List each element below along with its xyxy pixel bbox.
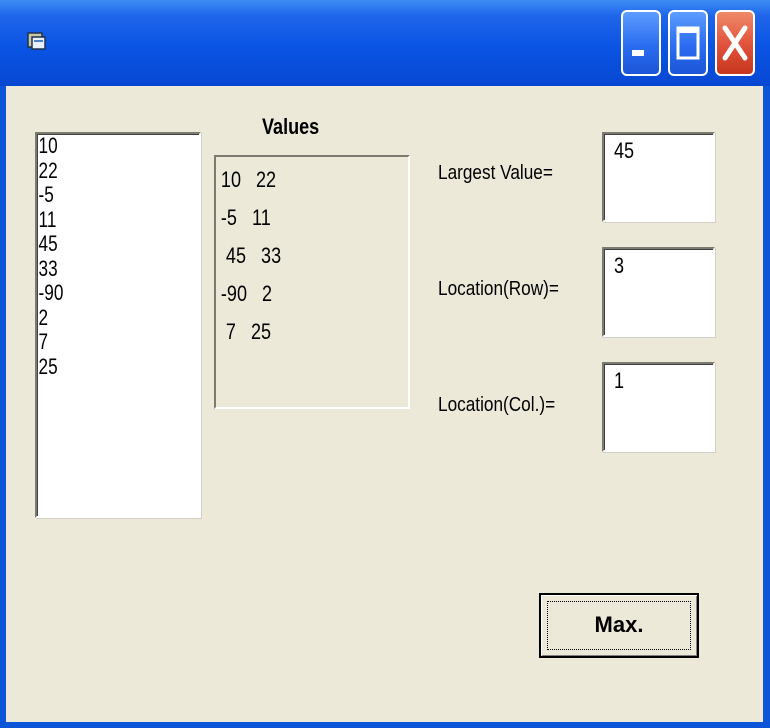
list-item[interactable]: 45 bbox=[37, 231, 163, 257]
list-item[interactable]: 22 bbox=[37, 158, 163, 184]
list-item[interactable]: -90 bbox=[37, 280, 163, 306]
matrix-row: 7 25 bbox=[220, 319, 272, 344]
location-col-field[interactable]: 1 bbox=[602, 362, 715, 452]
largest-value-text: 45 bbox=[614, 138, 635, 163]
close-button[interactable] bbox=[715, 10, 755, 76]
values-heading: Values bbox=[262, 114, 320, 139]
location-col-label: Location(Col.)= bbox=[438, 394, 556, 416]
maximize-icon bbox=[676, 26, 700, 60]
location-row-label: Location(Row)= bbox=[438, 278, 559, 300]
list-item[interactable]: 11 bbox=[37, 207, 163, 233]
list-item[interactable]: 25 bbox=[37, 354, 163, 380]
maximize-button[interactable] bbox=[668, 10, 708, 76]
list-item[interactable]: 2 bbox=[37, 305, 163, 331]
location-row-field[interactable]: 3 bbox=[602, 247, 715, 337]
list-item[interactable]: -5 bbox=[37, 182, 163, 208]
minimize-icon bbox=[632, 50, 644, 56]
largest-value-label: Largest Value= bbox=[438, 162, 553, 184]
matrix-row: -5 11 bbox=[220, 205, 271, 230]
list-item[interactable]: 7 bbox=[37, 329, 163, 355]
close-icon bbox=[722, 25, 748, 61]
matrix-row: 10 22 bbox=[220, 167, 277, 192]
form-client-area: 10 22 -5 11 45 33 -90 2 7 25 Values 10 2… bbox=[6, 86, 763, 722]
list-item[interactable]: 33 bbox=[37, 256, 163, 282]
location-col-text: 1 bbox=[614, 368, 625, 393]
values-matrix-box: 10 22 -5 11 45 33 -90 2 7 25 bbox=[214, 155, 410, 409]
app-window: 10 22 -5 11 45 33 -90 2 7 25 Values 10 2… bbox=[0, 0, 770, 728]
title-bar[interactable] bbox=[0, 0, 770, 86]
app-icon bbox=[27, 32, 46, 50]
max-button-label: Max. bbox=[594, 612, 644, 637]
minimize-button[interactable] bbox=[621, 10, 661, 76]
largest-value-field[interactable]: 45 bbox=[602, 132, 715, 222]
max-button[interactable]: Max. bbox=[539, 593, 699, 658]
input-listbox[interactable]: 10 22 -5 11 45 33 -90 2 7 25 bbox=[35, 132, 201, 518]
matrix-row: 45 33 bbox=[220, 243, 282, 268]
matrix-row: -90 2 bbox=[220, 281, 273, 306]
location-row-text: 3 bbox=[614, 253, 625, 278]
list-item[interactable]: 10 bbox=[37, 133, 163, 159]
